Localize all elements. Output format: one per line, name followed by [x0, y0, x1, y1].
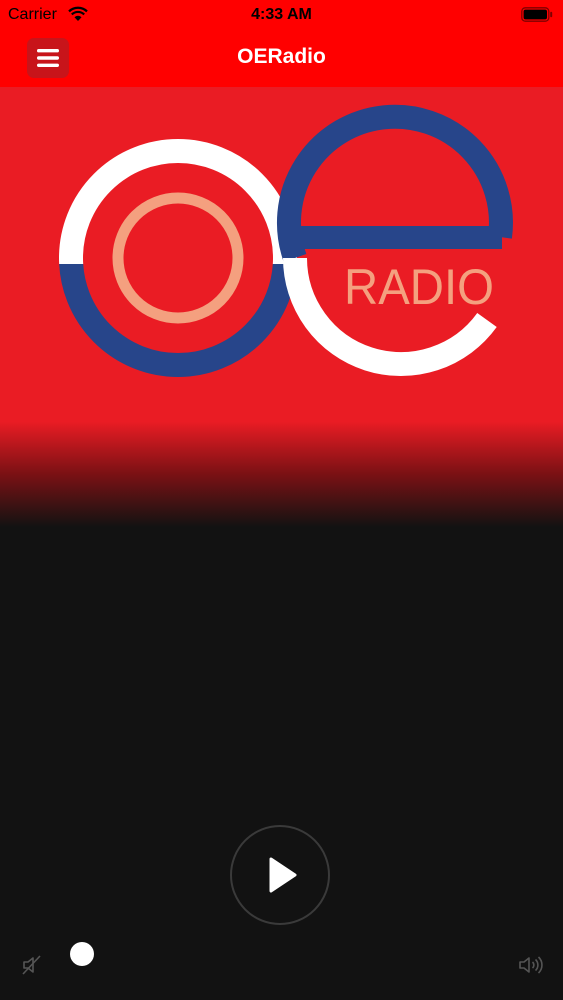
logo-wordmark: RADIO [344, 259, 494, 315]
play-icon [269, 857, 297, 893]
speaker-volume-icon[interactable] [517, 953, 543, 977]
oe-radio-logo: RADIO [59, 104, 513, 377]
volume-slider-thumb[interactable] [70, 942, 95, 966]
status-time: 4:33 AM [251, 6, 312, 23]
nav-bar: OERadio [0, 30, 563, 87]
play-button[interactable] [230, 825, 330, 925]
page-title: OERadio [237, 45, 326, 68]
speaker-muted-icon[interactable] [20, 953, 44, 977]
battery-icon [521, 7, 553, 22]
status-bar: Carrier 4:33 AM [0, 0, 563, 30]
volume-slider[interactable] [58, 942, 498, 968]
app-screen: Carrier 4:33 AM OERadio RADIO [0, 0, 563, 1000]
station-artwork: RADIO [0, 87, 563, 527]
